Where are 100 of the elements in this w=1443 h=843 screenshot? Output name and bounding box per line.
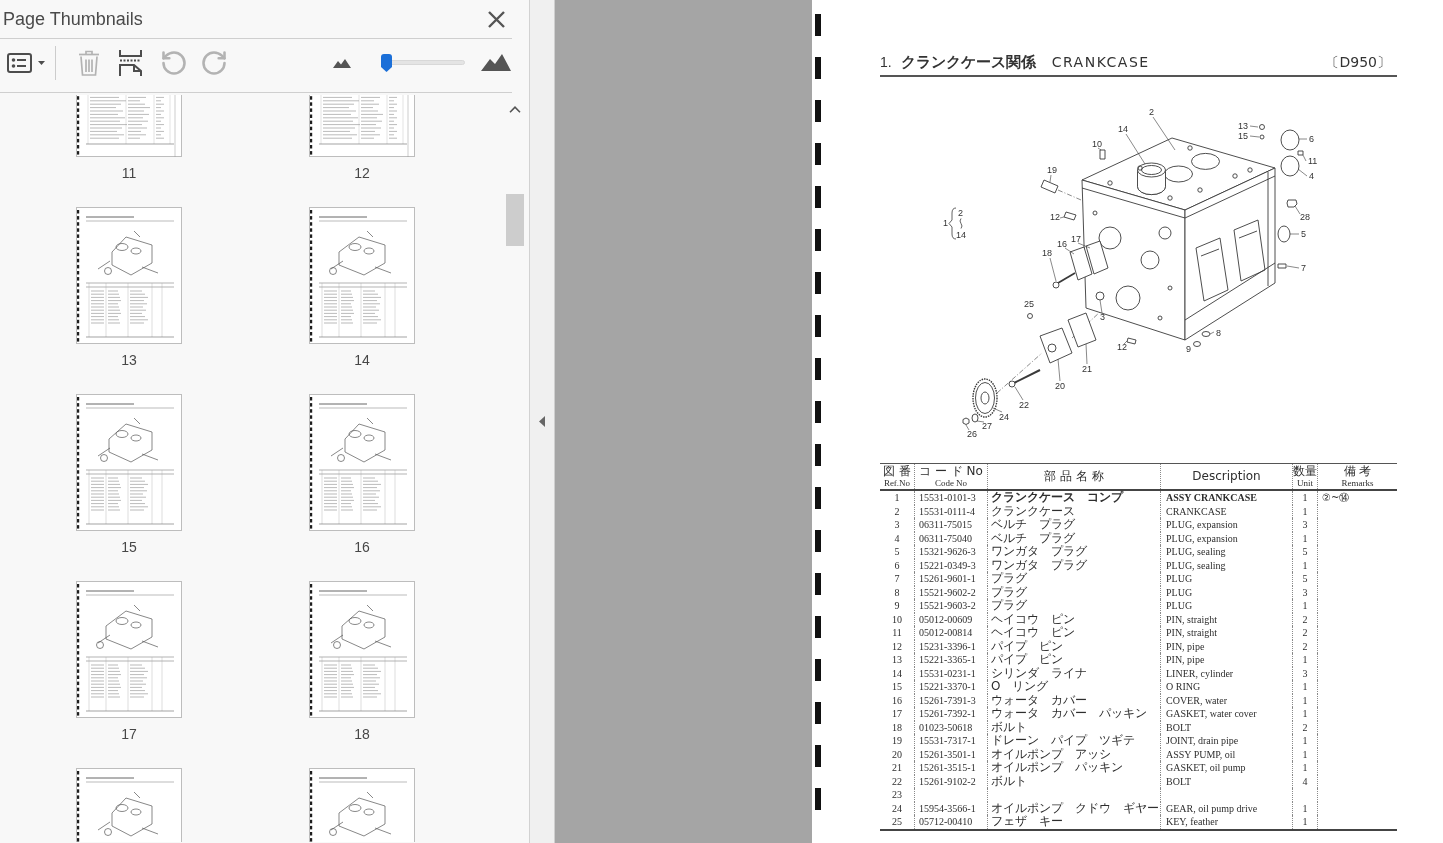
- table-cell: ボルト: [987, 774, 1160, 788]
- callout-number: 4: [1309, 171, 1314, 181]
- table-cell: GASKET, water cover: [1160, 707, 1292, 721]
- model-label: 〔D950〕: [1325, 53, 1391, 72]
- column-header: 備 考: [1343, 464, 1372, 478]
- table-cell: BOLT: [1160, 774, 1292, 788]
- page-thumbnail[interactable]: [76, 95, 182, 157]
- section-title: CRANKCASE: [1051, 53, 1150, 72]
- table-cell: 15261-7391-3: [914, 693, 987, 707]
- binding-hole: [815, 272, 821, 294]
- table-cell: 05012-00814: [914, 626, 987, 640]
- callout-number: 27: [982, 421, 992, 431]
- binding-hole: [815, 100, 821, 122]
- table-cell: 2: [1292, 720, 1317, 734]
- callout-number: 26: [967, 429, 977, 439]
- binding-hole: [815, 530, 821, 552]
- table-cell: 05712-00410: [914, 815, 987, 829]
- callout-number: 12: [1117, 342, 1127, 352]
- column-header: 図 番: [883, 464, 911, 478]
- binding-hole: [815, 315, 821, 337]
- table-cell: 1: [1292, 491, 1317, 505]
- column-header: Ref.No: [883, 477, 911, 489]
- table-cell-text: 5: [893, 545, 901, 559]
- table-cell: 15531-0111-4: [914, 504, 987, 518]
- table-cell: JOINT, drain pipe: [1160, 734, 1292, 748]
- table-cell: 15531-7317-1: [914, 734, 987, 748]
- page-thumbnail[interactable]: [76, 768, 182, 842]
- callout-number: 6: [1309, 134, 1314, 144]
- column-header: 数量: [1293, 464, 1317, 478]
- large-mountain-icon[interactable]: [481, 54, 511, 71]
- column-header: コ ー ド No: [919, 464, 983, 478]
- table-cell: PIN, straight: [1160, 626, 1292, 640]
- table-cell-text: 16: [891, 693, 903, 707]
- table-cell-text: 22: [891, 774, 903, 788]
- table-cell: パイプ ピン: [987, 653, 1160, 667]
- table-cell: ワンガタ プラグ: [987, 545, 1160, 559]
- column-header: Unit: [1297, 477, 1313, 489]
- table-cell: ドレーン パイプ ツギテ: [987, 734, 1160, 748]
- small-mountain-icon[interactable]: [333, 57, 351, 68]
- slider-thumb[interactable]: [380, 53, 392, 72]
- table-cell: 01023-50618: [914, 720, 987, 734]
- table-cell-text: 18: [891, 720, 903, 734]
- table-cell: ウォータ カバー: [987, 693, 1160, 707]
- scrollbar-thumb[interactable]: [506, 194, 524, 246]
- table-cell-text: 20: [891, 747, 903, 761]
- table-cell: ヘイコウ ピン: [987, 626, 1160, 640]
- collapse-arrow-icon[interactable]: [539, 416, 545, 427]
- page-number: 13: [121, 351, 137, 369]
- table-cell-text: 4: [893, 531, 901, 545]
- column-header: 部 品 名 称: [1044, 470, 1104, 483]
- table-cell: O リング: [987, 680, 1160, 694]
- table-cell: 1: [1292, 761, 1317, 775]
- table-cell: ベルチ プラグ: [987, 518, 1160, 532]
- table-cell: シリンダ ライナ: [987, 666, 1160, 680]
- table-cell: PLUG: [1160, 599, 1292, 613]
- table-cell: ウォータ カバー パッキン: [987, 707, 1160, 721]
- page-thumbnail[interactable]: [76, 581, 182, 718]
- page-thumbnail[interactable]: [309, 207, 415, 344]
- page-thumbnail[interactable]: [309, 394, 415, 531]
- table-cell: 15261-3515-1: [914, 761, 987, 775]
- page-number: 11: [121, 164, 137, 182]
- page-thumbnail[interactable]: [76, 394, 182, 531]
- close-icon[interactable]: [488, 10, 505, 28]
- callout-number: 18: [1042, 248, 1052, 258]
- table-cell: 1: [1292, 815, 1317, 829]
- binding-hole: [815, 401, 821, 423]
- table-cell: 2: [1292, 626, 1317, 640]
- column-header: Description: [1192, 470, 1261, 483]
- rotate-right-icon: [200, 48, 228, 77]
- page-thumbnail[interactable]: [309, 95, 415, 157]
- page-thumbnail[interactable]: [309, 581, 415, 718]
- callout-number: 28: [1300, 212, 1310, 222]
- table-cell: 15221-3370-1: [914, 680, 987, 694]
- page-thumbnail[interactable]: [309, 768, 415, 842]
- table-cell: 2: [1292, 639, 1317, 653]
- table-cell: 1: [1292, 504, 1317, 518]
- callout-number: 5: [1301, 229, 1306, 239]
- table-cell-text: 13: [891, 653, 903, 667]
- table-cell: LINER, cylinder: [1160, 666, 1292, 680]
- table-cell: 06311-75040: [914, 531, 987, 545]
- table-cell: 15521-9602-2: [914, 585, 987, 599]
- table-cell: 15261-3501-1: [914, 747, 987, 761]
- table-cell: 1: [1292, 747, 1317, 761]
- table-cell: ワンガタ プラグ: [987, 558, 1160, 572]
- table-cell: ベルチ プラグ: [987, 531, 1160, 545]
- table-cell-text: 12: [891, 639, 903, 653]
- table-cell: 06311-75015: [914, 518, 987, 532]
- table-cell: ヘイコウ ピン: [987, 612, 1160, 626]
- table-cell: オイルポンプ クドウ ギヤー: [987, 801, 1160, 815]
- binding-hole: [815, 616, 821, 638]
- binding-hole: [815, 229, 821, 251]
- table-cell: 5: [1292, 545, 1317, 559]
- table-cell: 15221-3365-1: [914, 653, 987, 667]
- scroll-up-icon[interactable]: [509, 106, 521, 113]
- table-cell: 15231-3396-1: [914, 639, 987, 653]
- page-thumbnail[interactable]: [76, 207, 182, 344]
- callout-number: 7: [1301, 263, 1306, 273]
- binding-hole: [815, 745, 821, 767]
- table-cell: 1: [1292, 599, 1317, 613]
- insert-page-button[interactable]: [118, 47, 143, 78]
